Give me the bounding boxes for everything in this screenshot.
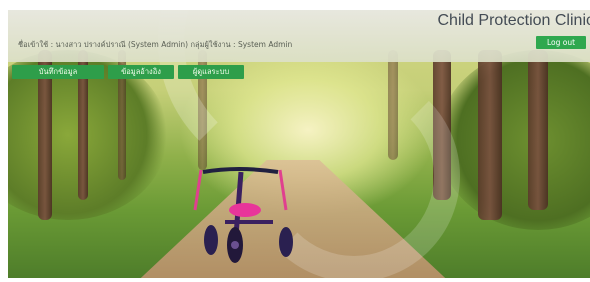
nav-record-data-button[interactable]: บันทึกข้อมูล <box>12 65 104 79</box>
nav-reference-data-button[interactable]: ข้อมูลอ้างอิง <box>108 65 174 79</box>
tricycle-icon <box>193 167 293 263</box>
logout-button[interactable]: Log out <box>536 36 586 49</box>
main-nav: บันทึกข้อมูล ข้อมูลอ้างอิง ผู้ดูแลระบบ <box>12 65 244 79</box>
login-info: ชื่อเข้าใช้ : นางสาว ปรางค์ปราณี (System… <box>18 40 293 49</box>
nav-admin-button[interactable]: ผู้ดูแลระบบ <box>178 65 244 79</box>
app-title: Child Protection Clinic <box>437 12 590 29</box>
app-window: Child Protection Clinic ชื่อเข้าใช้ : นา… <box>8 10 590 278</box>
